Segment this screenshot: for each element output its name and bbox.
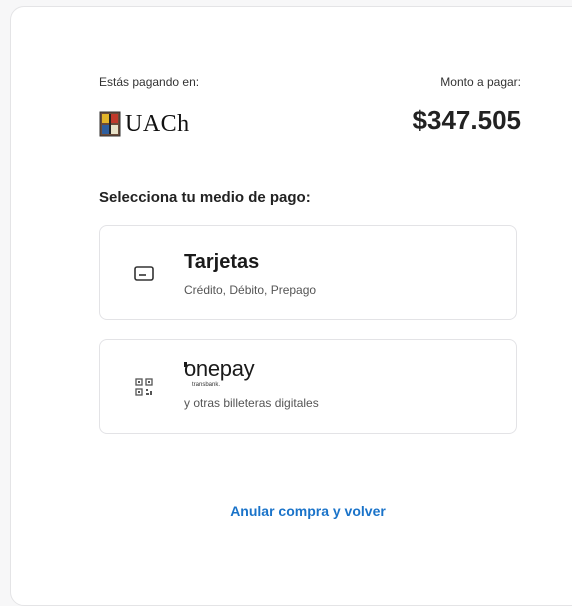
merchant-logo: UACh <box>99 109 190 139</box>
payment-card: Estás pagando en: Monto a pagar: UACh $3… <box>10 6 572 606</box>
credit-card-icon <box>134 266 154 281</box>
merchant-label: Estás pagando en: <box>99 75 200 89</box>
payment-method-onepay[interactable]: onepay transbank. y otras billeteras dig… <box>99 339 517 434</box>
uach-crest-icon <box>99 111 121 137</box>
cancel-purchase-link[interactable]: Anular compra y volver <box>11 503 572 519</box>
method-title: Tarjetas <box>184 251 260 273</box>
amount-label: Monto a pagar: <box>440 75 521 89</box>
transbank-wordmark: transbank. <box>192 382 221 388</box>
amount-value: $347.505 <box>412 105 521 135</box>
qr-code-icon <box>135 378 153 396</box>
merchant-name: UACh <box>125 110 190 137</box>
onepay-logo: onepay transbank. <box>184 356 284 390</box>
onepay-wordmark: onepay <box>184 356 255 381</box>
method-subtitle: Crédito, Débito, Prepago <box>184 283 317 297</box>
method-subtitle: y otras billeteras digitales <box>184 396 319 410</box>
payment-method-title: Selecciona tu medio de pago: <box>99 189 311 206</box>
payment-method-cards[interactable]: Tarjetas Crédito, Débito, Prepago <box>99 225 517 320</box>
